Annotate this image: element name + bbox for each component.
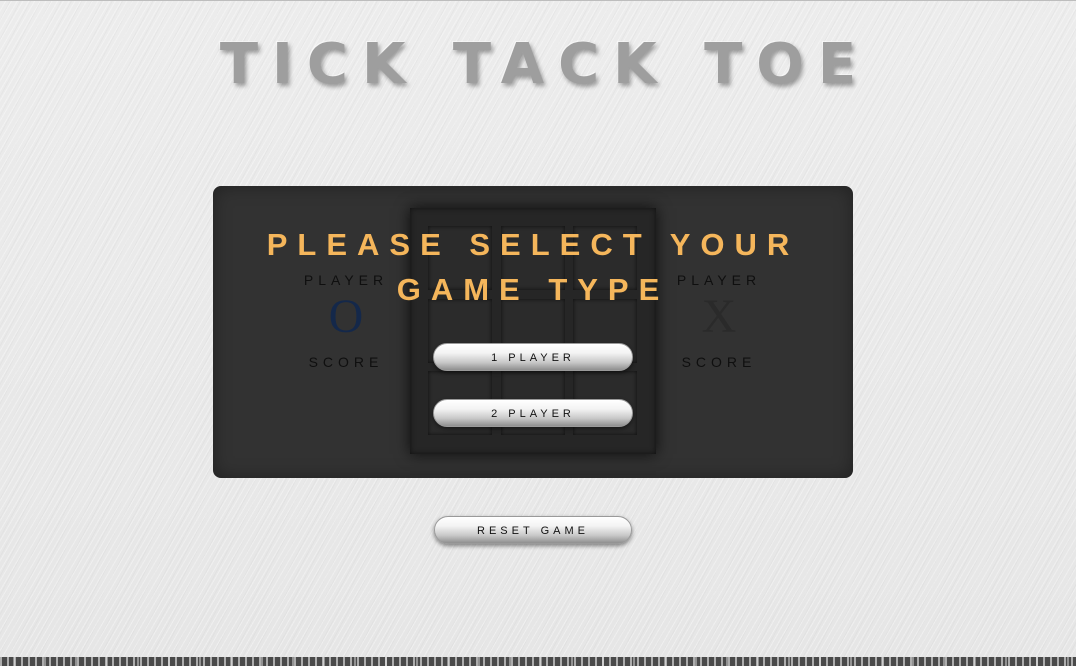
game-type-prompt-line2: GAME TYPE: [396, 272, 670, 307]
bottom-decorative-strip: [0, 657, 1076, 666]
game-title: TICK TACK TOE: [219, 32, 871, 97]
page-top-border: [0, 0, 1076, 1]
game-type-prompt: PLEASE SELECT YOUR GAME TYPE: [213, 222, 853, 312]
game-type-prompt-line1: PLEASE SELECT YOUR: [266, 227, 800, 262]
player-x-score-label: SCORE: [681, 354, 757, 370]
two-player-button[interactable]: 2 PLAYER: [433, 399, 633, 427]
player-o-score-label: SCORE: [308, 354, 384, 370]
one-player-button[interactable]: 1 PLAYER: [433, 343, 633, 371]
reset-game-button[interactable]: RESET GAME: [434, 516, 632, 544]
